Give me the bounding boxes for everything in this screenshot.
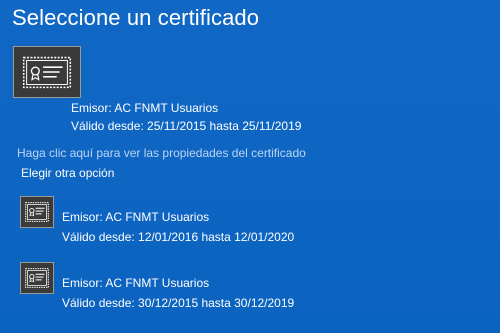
choose-other-option-label: Elegir otra opción	[21, 166, 115, 180]
selected-certificate-validity: Válido desde: 25/11/2015 hasta 25/11/201…	[71, 119, 302, 133]
certificate-icon	[13, 46, 81, 98]
certificate-option-2[interactable]: Emisor: AC FNMT Usuarios Válido desde: 3…	[0, 258, 500, 316]
certificate-option-issuer: Emisor: AC FNMT Usuarios	[62, 210, 210, 224]
selected-certificate-issuer: Emisor: AC FNMT Usuarios	[71, 101, 219, 115]
certificate-icon	[20, 262, 54, 294]
certificate-option-validity: Válido desde: 30/12/2015 hasta 30/12/201…	[62, 296, 295, 310]
certificate-option-validity: Válido desde: 12/01/2016 hasta 12/01/202…	[62, 230, 295, 244]
certificate-icon	[20, 196, 54, 228]
dialog-title: Seleccione un certificado	[12, 5, 260, 30]
certificate-option-issuer: Emisor: AC FNMT Usuarios	[62, 276, 210, 290]
certificate-option-1[interactable]: Emisor: AC FNMT Usuarios Válido desde: 1…	[0, 192, 500, 250]
certificate-properties-link[interactable]: Haga clic aquí para ver las propiedades …	[17, 146, 306, 160]
